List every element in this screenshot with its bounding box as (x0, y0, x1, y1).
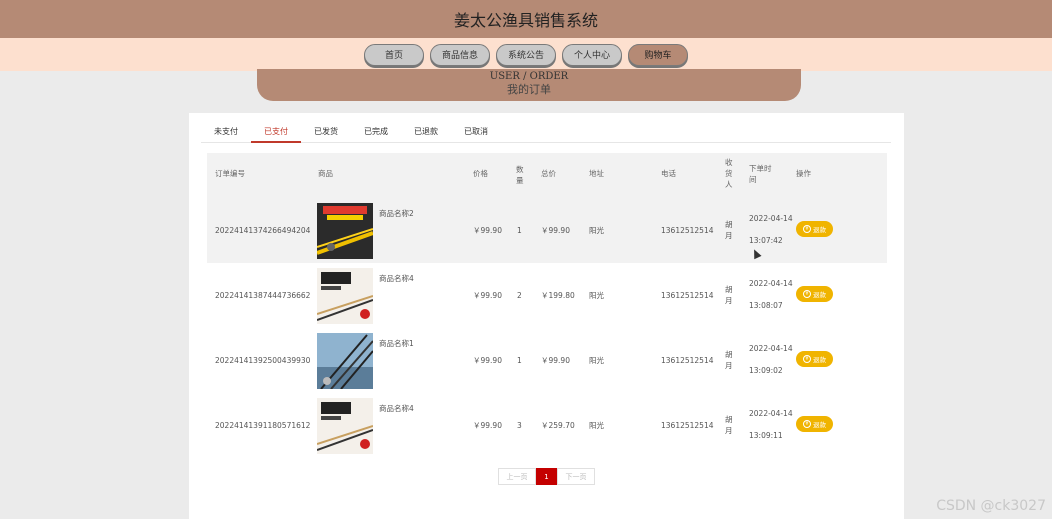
yen-icon: ¥ (803, 420, 811, 428)
order-time: 13:09:02 (749, 366, 783, 375)
price: ￥99.90 (473, 356, 502, 365)
order-date: 2022-04-14 (749, 279, 793, 288)
header-qty: 数量 (516, 165, 524, 185)
current-page[interactable]: 1 (536, 468, 557, 485)
address: 阳光 (589, 356, 604, 365)
tab-cancelled[interactable]: 已取消 (451, 124, 501, 143)
header-price: 价格 (473, 169, 488, 178)
quantity: 3 (517, 421, 522, 430)
refund-button[interactable]: ¥ 退款 (796, 221, 833, 237)
table-header: 订单编号 商品 价格 数量 总价 地址 电话 收货人 下单时间 操作 (207, 153, 887, 198)
orders-panel: 未支付 已支付 已发货 已完成 已退款 已取消 订单编号 商品 价格 数量 总价… (189, 113, 904, 519)
quantity: 1 (517, 226, 522, 235)
table-row: 20224141387444736662 商品名称4 ￥99.90 2 ￥199… (207, 263, 887, 328)
refund-button[interactable]: ¥ 退款 (796, 351, 833, 367)
phone: 13612512514 (661, 356, 714, 365)
order-number: 20224141391180571612 (215, 421, 311, 430)
nav-products[interactable]: 商品信息 (430, 43, 490, 66)
order-date: 2022-04-14 (749, 214, 793, 223)
product-image[interactable] (317, 203, 373, 259)
tab-unpaid[interactable]: 未支付 (201, 124, 251, 143)
tab-completed[interactable]: 已完成 (351, 124, 401, 143)
total-price: ￥99.90 (541, 226, 570, 235)
refund-label: 退款 (813, 291, 826, 299)
receiver: 胡月 (725, 220, 733, 240)
header-address: 地址 (589, 169, 604, 178)
order-time: 13:09:11 (749, 431, 783, 440)
prev-page-button[interactable]: 上一页 (498, 468, 536, 485)
quantity: 1 (517, 356, 522, 365)
refund-label: 退款 (813, 421, 826, 429)
order-time: 13:08:07 (749, 301, 783, 310)
refund-button[interactable]: ¥ 退款 (796, 416, 833, 432)
main-nav: 首页 商品信息 系统公告 个人中心 购物车 (0, 38, 1052, 71)
product-name[interactable]: 商品名称4 (379, 273, 414, 284)
header-action: 操作 (796, 169, 811, 178)
nav-announcements[interactable]: 系统公告 (496, 43, 556, 66)
receiver: 胡月 (725, 285, 733, 305)
order-number: 20224141387444736662 (215, 291, 311, 300)
total-price: ￥99.90 (541, 356, 570, 365)
nav-cart[interactable]: 购物车 (628, 43, 688, 66)
order-date: 2022-04-14 (749, 409, 793, 418)
tab-shipped[interactable]: 已发货 (301, 124, 351, 143)
nav-personal-center[interactable]: 个人中心 (562, 43, 622, 66)
header-order-no: 订单编号 (215, 169, 245, 178)
page-title: 我的订单 (507, 83, 551, 96)
app-header: 姜太公渔具销售系统 (0, 0, 1052, 38)
order-date: 2022-04-14 (749, 344, 793, 353)
address: 阳光 (589, 226, 604, 235)
order-number: 20224141374266494204 (215, 226, 311, 235)
table-row: 20224141374266494204 商品名称2 ￥99.90 1 ￥99.… (207, 198, 887, 263)
address: 阳光 (589, 421, 604, 430)
table-row: 20224141392500439930 商品名称1 ￥99.90 1 ￥99.… (207, 328, 887, 393)
product-name[interactable]: 商品名称1 (379, 338, 414, 349)
receiver: 胡月 (725, 350, 733, 370)
header-phone: 电话 (661, 169, 676, 178)
phone: 13612512514 (661, 421, 714, 430)
address: 阳光 (589, 291, 604, 300)
product-image[interactable] (317, 268, 373, 324)
order-status-tabs: 未支付 已支付 已发货 已完成 已退款 已取消 (201, 124, 891, 143)
receiver: 胡月 (725, 415, 733, 435)
order-number: 20224141392500439930 (215, 356, 311, 365)
product-name[interactable]: 商品名称4 (379, 403, 414, 414)
yen-icon: ¥ (803, 355, 811, 363)
refund-button[interactable]: ¥ 退款 (796, 286, 833, 302)
yen-icon: ¥ (803, 225, 811, 233)
nav-home[interactable]: 首页 (364, 43, 424, 66)
refund-label: 退款 (813, 356, 826, 364)
page-banner: USER / ORDER 我的订单 (257, 69, 801, 101)
watermark: CSDN @ck3027 (936, 498, 1046, 514)
next-page-button[interactable]: 下一页 (557, 468, 595, 485)
price: ￥99.90 (473, 291, 502, 300)
tab-refunded[interactable]: 已退款 (401, 124, 451, 143)
table-row: 20224141391180571612 商品名称4 ￥99.90 3 ￥259… (207, 393, 887, 458)
header-order-time: 下单时间 (749, 164, 772, 184)
app-title: 姜太公渔具销售系统 (453, 11, 598, 30)
total-price: ￥199.80 (541, 291, 575, 300)
order-time: 13:07:42 (749, 236, 783, 245)
tab-paid[interactable]: 已支付 (251, 124, 301, 143)
banner-subtitle-en: USER / ORDER (489, 71, 569, 82)
phone: 13612512514 (661, 226, 714, 235)
refund-label: 退款 (813, 226, 826, 234)
product-name[interactable]: 商品名称2 (379, 208, 414, 219)
phone: 13612512514 (661, 291, 714, 300)
price: ￥99.90 (473, 421, 502, 430)
header-product: 商品 (318, 169, 333, 178)
quantity: 2 (517, 291, 522, 300)
total-price: ￥259.70 (541, 421, 575, 430)
pagination: 上一页 1 下一页 (498, 468, 595, 485)
header-total: 总价 (541, 169, 556, 178)
product-image[interactable] (317, 333, 373, 389)
price: ￥99.90 (473, 226, 502, 235)
product-image[interactable] (317, 398, 373, 454)
yen-icon: ¥ (803, 290, 811, 298)
header-receiver: 收货人 (725, 158, 733, 189)
